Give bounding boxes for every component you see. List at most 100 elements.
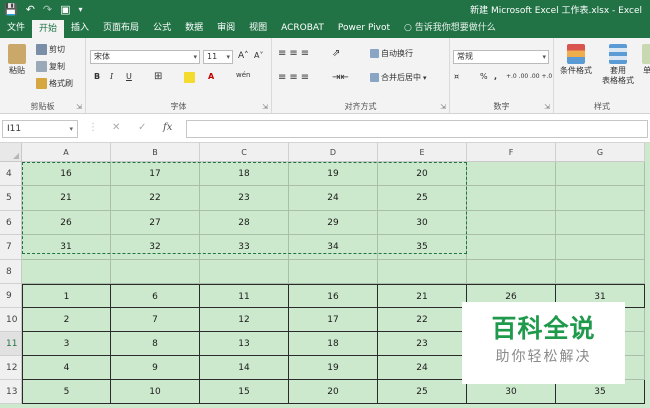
cell-d5[interactable]: 24 [289, 186, 378, 211]
clipboard-launcher-icon[interactable]: ⇲ [76, 103, 82, 111]
cell-c5[interactable]: 23 [200, 186, 289, 211]
cell-d4[interactable]: 19 [289, 162, 378, 186]
cell-e4[interactable]: 20 [378, 162, 467, 186]
shrink-font-button[interactable]: A˅ [254, 51, 263, 60]
alignment-launcher-icon[interactable]: ⇲ [440, 103, 446, 111]
cell-b12[interactable]: 9 [111, 356, 200, 380]
increase-decimal-button[interactable]: +.0 .00 [506, 73, 528, 80]
cell-d12[interactable]: 19 [289, 356, 378, 380]
borders-icon[interactable]: ⊞ [154, 71, 162, 82]
cell-g5[interactable] [556, 186, 645, 211]
row-header-9[interactable]: 9 [0, 284, 22, 308]
cell-d11[interactable]: 18 [289, 332, 378, 356]
column-header-e[interactable]: E [378, 143, 467, 162]
cell-b6[interactable]: 27 [111, 211, 200, 235]
row-header-10[interactable]: 10 [0, 308, 22, 332]
undo-icon[interactable]: ↶ [26, 3, 35, 16]
cell-a13[interactable]: 5 [22, 380, 111, 404]
cell-d10[interactable]: 17 [289, 308, 378, 332]
tab-file[interactable]: 文件 [0, 18, 32, 38]
cell-a12[interactable]: 4 [22, 356, 111, 380]
camera-icon[interactable]: ▣ [60, 3, 70, 16]
cell-c13[interactable]: 15 [200, 380, 289, 404]
wrap-text-button[interactable]: 自动换行 [370, 48, 413, 59]
conditional-formatting-button[interactable]: 条件格式 [556, 44, 596, 76]
font-color-icon[interactable]: A [208, 72, 214, 81]
cancel-icon[interactable]: ✕ [112, 122, 120, 133]
tab-home[interactable]: 开始 [32, 20, 65, 38]
cell-e7[interactable]: 35 [378, 235, 467, 260]
merge-center-button[interactable]: 合并后居中 ▾ [370, 72, 427, 83]
row-header-5[interactable]: 5 [0, 186, 22, 211]
insert-function-icon[interactable]: fx [163, 122, 172, 133]
cell-a5[interactable]: 21 [22, 186, 111, 211]
cell-b5[interactable]: 22 [111, 186, 200, 211]
cell-c12[interactable]: 14 [200, 356, 289, 380]
tab-insert[interactable]: 插入 [64, 18, 96, 38]
tab-review[interactable]: 审阅 [210, 18, 242, 38]
cell-b4[interactable]: 17 [111, 162, 200, 186]
cell-b13[interactable]: 10 [111, 380, 200, 404]
decrease-decimal-button[interactable]: .00 +.0 [530, 73, 552, 80]
cell-f8[interactable] [467, 260, 556, 284]
cell-f5[interactable] [467, 186, 556, 211]
cell-d13[interactable]: 20 [289, 380, 378, 404]
cell-a10[interactable]: 2 [22, 308, 111, 332]
cell-d7[interactable]: 34 [289, 235, 378, 260]
cell-e13[interactable]: 25 [378, 380, 467, 404]
tab-acrobat[interactable]: ACROBAT [274, 18, 331, 38]
cell-b11[interactable]: 8 [111, 332, 200, 356]
cell-a8[interactable] [22, 260, 111, 284]
cell-c9[interactable]: 11 [200, 284, 289, 308]
currency-icon[interactable]: ¤ [454, 72, 459, 81]
font-name-combo[interactable]: 宋体 ▾ [90, 50, 200, 64]
bold-button[interactable]: B [94, 72, 100, 81]
cell-c8[interactable] [200, 260, 289, 284]
copy-button[interactable]: 复制 [36, 61, 65, 72]
horizontal-align-icons[interactable]: ≡≡≡ [278, 72, 312, 83]
underline-button[interactable]: U [126, 72, 132, 81]
row-header-13[interactable]: 13 [0, 380, 22, 404]
tab-page-layout[interactable]: 页面布局 [96, 18, 146, 38]
cell-d8[interactable] [289, 260, 378, 284]
cell-e12[interactable]: 24 [378, 356, 467, 380]
column-header-c[interactable]: C [200, 143, 289, 162]
cell-g8[interactable] [556, 260, 645, 284]
cell-b10[interactable]: 7 [111, 308, 200, 332]
cell-a9[interactable]: 1 [22, 284, 111, 308]
row-header-4[interactable]: 4 [0, 162, 22, 186]
vertical-align-icons[interactable]: ≡≡≡ [278, 48, 312, 59]
cell-d6[interactable]: 29 [289, 211, 378, 235]
cell-e11[interactable]: 23 [378, 332, 467, 356]
cell-c4[interactable]: 18 [200, 162, 289, 186]
tab-formulas[interactable]: 公式 [146, 18, 178, 38]
select-all-corner[interactable] [0, 143, 22, 162]
number-format-combo[interactable]: 常规 ▾ [453, 50, 549, 64]
cell-c10[interactable]: 12 [200, 308, 289, 332]
cell-e9[interactable]: 21 [378, 284, 467, 308]
comma-button[interactable]: , [494, 72, 497, 81]
orientation-icon[interactable]: ⇗ [332, 48, 340, 59]
cell-c6[interactable]: 28 [200, 211, 289, 235]
phonetic-button[interactable]: wén [236, 71, 250, 79]
format-as-table-button[interactable]: 套用 表格格式 [598, 44, 638, 86]
cell-e6[interactable]: 30 [378, 211, 467, 235]
tab-data[interactable]: 数据 [178, 18, 210, 38]
font-size-combo[interactable]: 11 ▾ [203, 50, 233, 64]
customize-qat-icon[interactable]: ▾ [79, 5, 83, 14]
grow-font-button[interactable]: A˄ [238, 51, 249, 61]
row-header-8[interactable]: 8 [0, 260, 22, 284]
format-painter-button[interactable]: 格式刷 [36, 78, 73, 89]
cell-g4[interactable] [556, 162, 645, 186]
tab-power-pivot[interactable]: Power Pivot [331, 18, 397, 38]
column-header-b[interactable]: B [111, 143, 200, 162]
column-header-g[interactable]: G [556, 143, 645, 162]
cell-e10[interactable]: 22 [378, 308, 467, 332]
italic-button[interactable]: I [110, 72, 113, 81]
cell-c11[interactable]: 13 [200, 332, 289, 356]
column-header-f[interactable]: F [467, 143, 556, 162]
indent-icons[interactable]: ⇥⇤ [332, 72, 349, 83]
cell-b7[interactable]: 32 [111, 235, 200, 260]
cell-g7[interactable] [556, 235, 645, 260]
tab-view[interactable]: 视图 [242, 18, 274, 38]
